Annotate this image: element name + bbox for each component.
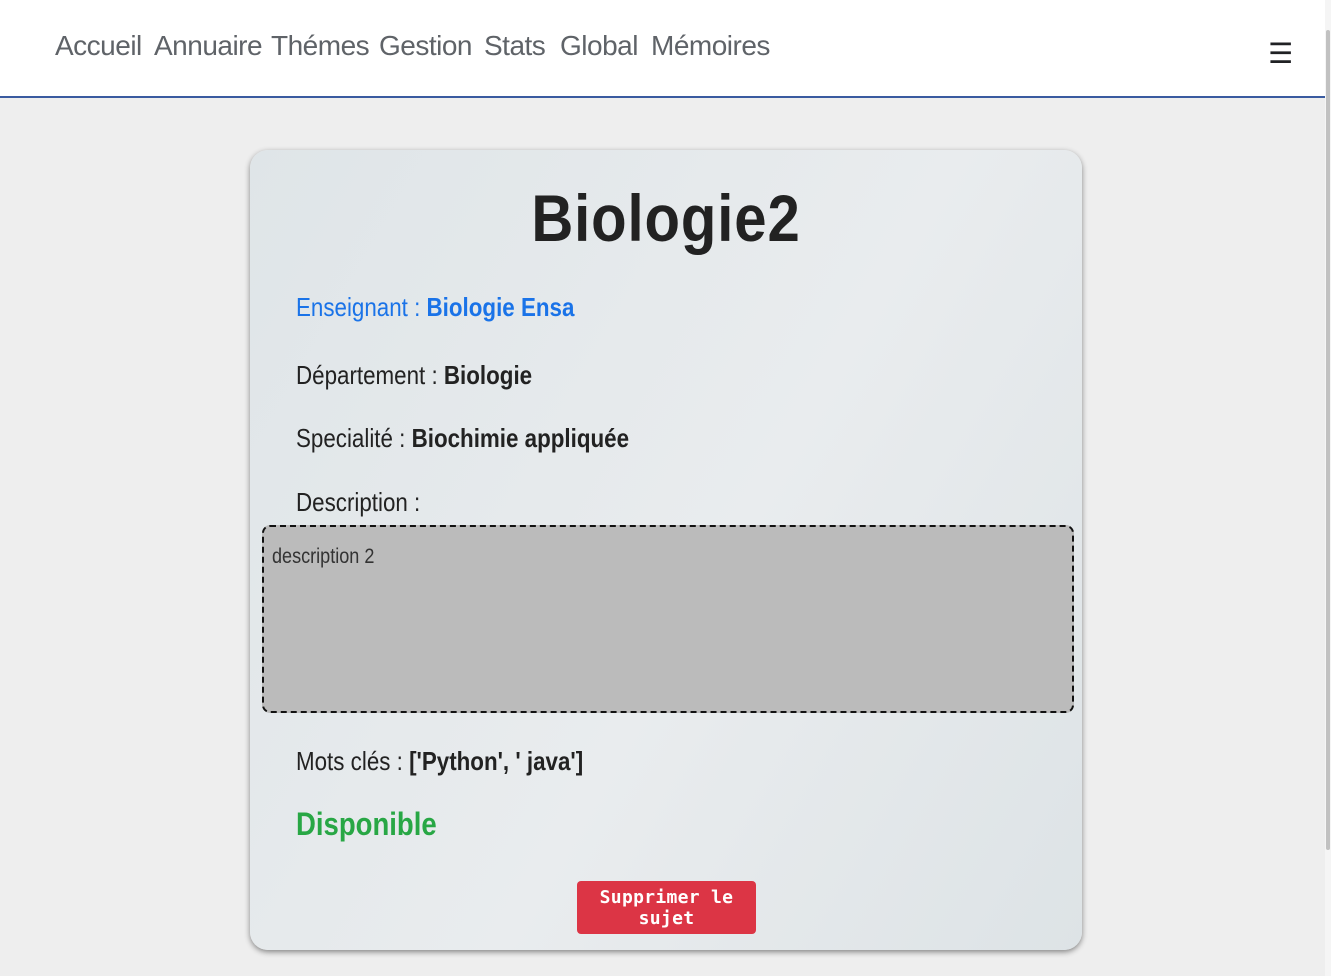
nav-link-themes-wrap: Thémes bbox=[271, 30, 379, 62]
nav-link-global[interactable]: Global bbox=[560, 30, 638, 61]
teacher-value: Biologie Ensa bbox=[426, 292, 575, 322]
specialty-label: Specialité : bbox=[296, 423, 412, 453]
nav-link-themes[interactable]: Thémes bbox=[271, 30, 370, 61]
nav-link-annuaire-wrap: Annuaire bbox=[154, 30, 271, 62]
description-text: description 2 bbox=[272, 545, 375, 568]
teacher-row: Enseignant : Biologie Ensa bbox=[296, 292, 574, 323]
description-label: Description : bbox=[296, 487, 421, 517]
department-label: Département : bbox=[296, 360, 444, 390]
nav-link-memoires[interactable]: Mémoires bbox=[651, 30, 770, 61]
teacher-label: Enseignant : bbox=[296, 292, 427, 322]
delete-subject-button[interactable]: Supprimer le sujet bbox=[577, 881, 756, 934]
nav-link-stats-wrap: Stats bbox=[484, 30, 560, 62]
nav-link-annuaire[interactable]: Annuaire bbox=[154, 30, 263, 61]
nav-link-stats[interactable]: Stats bbox=[484, 30, 546, 61]
department-row: Département : Biologie bbox=[296, 360, 532, 391]
keywords-label: Mots clés : bbox=[296, 746, 410, 776]
nav-link-memoires-wrap: Mémoires bbox=[651, 30, 770, 62]
nav-link-global-wrap: Global bbox=[560, 30, 651, 62]
availability-status: Disponible bbox=[296, 806, 437, 842]
scrollbar-thumb[interactable] bbox=[1326, 30, 1330, 850]
subject-title: Biologie2 bbox=[531, 181, 801, 255]
keywords-row: Mots clés : ['Python', ' java'] bbox=[296, 746, 583, 777]
nav-link-gestion[interactable]: Gestion bbox=[379, 30, 473, 61]
subject-card: Biologie2 Enseignant : Biologie Ensa Dép… bbox=[250, 150, 1082, 950]
specialty-value: Biochimie appliquée bbox=[411, 423, 630, 453]
description-box: description 2 bbox=[262, 525, 1074, 713]
department-value: Biologie bbox=[443, 360, 533, 390]
hamburger-icon[interactable]: ☰ bbox=[1268, 40, 1293, 70]
nav-link-accueil[interactable]: Accueil bbox=[55, 30, 142, 61]
nav-link-accueil-wrap: Accueil bbox=[55, 30, 154, 62]
specialty-row: Specialité : Biochimie appliquée bbox=[296, 423, 629, 454]
nav-links: Accueil Annuaire Thémes Gestion Stats Gl… bbox=[55, 30, 770, 62]
top-navbar: Accueil Annuaire Thémes Gestion Stats Gl… bbox=[0, 0, 1325, 98]
nav-link-gestion-wrap: Gestion bbox=[379, 30, 484, 62]
keywords-value: ['Python', ' java'] bbox=[409, 746, 584, 776]
